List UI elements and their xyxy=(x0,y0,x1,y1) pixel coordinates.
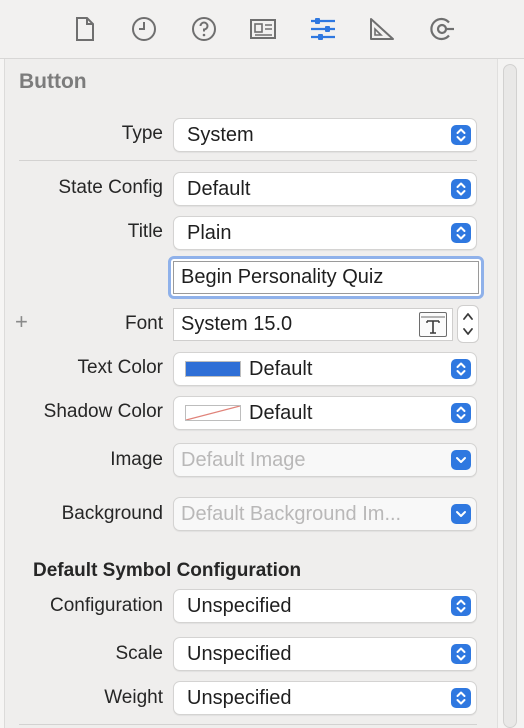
chevron-down-icon[interactable] xyxy=(451,504,471,524)
file-inspector-icon[interactable] xyxy=(70,14,100,44)
popup-stepper-icon xyxy=(451,223,471,243)
image-combo-box[interactable]: Default Image xyxy=(173,443,477,477)
history-inspector-icon[interactable] xyxy=(129,14,159,44)
weight-value: Unspecified xyxy=(187,687,292,709)
shadow-color-label: Shadow Color xyxy=(43,401,163,422)
identity-inspector-icon[interactable] xyxy=(248,14,278,44)
font-field[interactable]: System 15.0 xyxy=(173,308,453,341)
panel-left-edge xyxy=(0,59,5,728)
popup-stepper-icon xyxy=(451,688,471,708)
font-value: System 15.0 xyxy=(181,313,293,335)
popup-stepper-icon xyxy=(451,359,471,379)
section-title: Button xyxy=(19,70,87,93)
type-value: System xyxy=(187,124,254,146)
shadow-color-swatch xyxy=(185,405,241,421)
scale-value: Unspecified xyxy=(187,643,292,665)
image-placeholder: Default Image xyxy=(181,449,306,471)
scale-label: Scale xyxy=(115,643,163,664)
symbol-config-title: Default Symbol Configuration xyxy=(33,560,302,581)
state-config-popup[interactable]: Default xyxy=(173,172,477,206)
connections-inspector-icon[interactable] xyxy=(427,14,457,44)
weight-label: Weight xyxy=(104,687,163,708)
title-text-field[interactable]: Begin Personality Quiz xyxy=(168,256,484,299)
size-inspector-icon[interactable] xyxy=(367,14,397,44)
state-config-label: State Config xyxy=(58,177,163,198)
inspector-toolbar xyxy=(0,0,524,59)
scrollbar-thumb[interactable] xyxy=(503,64,517,728)
popup-stepper-icon xyxy=(451,125,471,145)
title-label: Title xyxy=(127,221,163,242)
type-popup[interactable]: System xyxy=(173,118,477,152)
type-label: Type xyxy=(121,123,163,144)
title-value: Plain xyxy=(187,222,232,244)
background-placeholder: Default Background Im... xyxy=(181,503,402,525)
popup-stepper-icon xyxy=(451,403,471,423)
configuration-value: Unspecified xyxy=(187,595,292,617)
chevron-down-icon[interactable] xyxy=(451,450,471,470)
title-text-value: Begin Personality Quiz xyxy=(181,266,384,288)
font-size-stepper[interactable] xyxy=(457,305,479,343)
font-picker-icon[interactable] xyxy=(419,312,447,337)
attributes-inspector-icon[interactable] xyxy=(308,14,338,44)
popup-stepper-icon xyxy=(451,596,471,616)
text-color-swatch xyxy=(185,361,241,377)
font-label: Font xyxy=(124,313,163,334)
shadow-color-value: Default xyxy=(249,402,313,424)
divider xyxy=(19,160,477,161)
text-color-label: Text Color xyxy=(77,357,163,378)
background-combo-box[interactable]: Default Background Im... xyxy=(173,497,477,531)
scale-popup[interactable]: Unspecified xyxy=(173,637,477,671)
configuration-popup[interactable]: Unspecified xyxy=(173,589,477,623)
divider xyxy=(19,724,477,725)
quick-help-icon[interactable] xyxy=(189,14,219,44)
weight-popup[interactable]: Unspecified xyxy=(173,681,477,715)
text-color-value: Default xyxy=(249,358,313,380)
configuration-label: Configuration xyxy=(49,595,163,616)
text-color-popup[interactable]: Default xyxy=(173,352,477,386)
popup-stepper-icon xyxy=(451,179,471,199)
shadow-color-popup[interactable]: Default xyxy=(173,396,477,430)
image-label: Image xyxy=(110,449,163,470)
state-config-value: Default xyxy=(187,178,251,200)
title-popup[interactable]: Plain xyxy=(173,216,477,250)
popup-stepper-icon xyxy=(451,644,471,664)
background-label: Background xyxy=(61,503,163,524)
